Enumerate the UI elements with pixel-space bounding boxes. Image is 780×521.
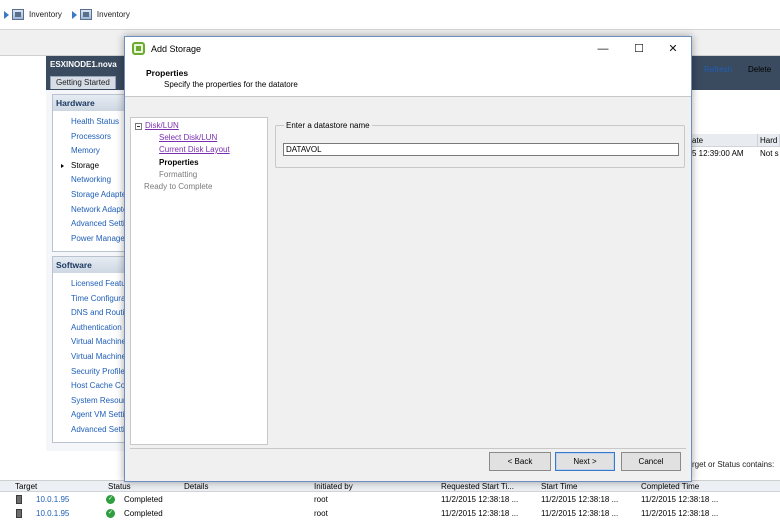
server-icon [16, 509, 22, 518]
hardware-title: Hardware [53, 95, 125, 111]
nav-vm-swapfile[interactable]: Virtual Machine Swapfile Location [53, 350, 125, 365]
breadcrumb-item-inventory-2[interactable]: Inventory [71, 9, 130, 20]
task-requested: 11/2/2015 12:38:18 ... [441, 495, 519, 504]
nav-authentication[interactable]: Authentication Services [53, 321, 125, 336]
breadcrumb-label: Inventory [96, 10, 130, 19]
task-status: Completed [124, 495, 163, 504]
column-header[interactable]: ate [690, 134, 758, 146]
step-formatting: Formatting [159, 170, 198, 179]
step-ready: Ready to Complete [144, 182, 213, 191]
column-header[interactable]: Requested Start Ti... [441, 482, 514, 491]
nav-agent-vm[interactable]: Agent VM Settings [53, 408, 125, 423]
back-button[interactable]: < Back [489, 452, 551, 471]
task-start: 11/2/2015 12:38:18 ... [541, 495, 619, 504]
dialog-header: Properties Specify the properties for th… [125, 61, 691, 97]
cancel-button[interactable]: Cancel [621, 452, 681, 471]
software-title: Software [53, 257, 125, 273]
storage-icon [132, 42, 145, 55]
checkmark-icon: ✓ [106, 495, 115, 504]
column-header[interactable]: Start Time [541, 482, 577, 491]
step-current-layout[interactable]: Current Disk Layout [159, 145, 230, 154]
recent-tasks: Target Status Details Initiated by Reque… [0, 480, 780, 521]
storage-toolbar: Refresh Delete [686, 62, 780, 77]
delete-link[interactable]: Delete [748, 65, 771, 74]
table-row[interactable]: 10.0.1.95 ✓ Completed root 11/2/2015 12:… [0, 492, 780, 506]
inventory-icon [12, 9, 24, 20]
table-cell: 5 12:39:00 AM [692, 149, 744, 158]
task-requested: 11/2/2015 12:38:18 ... [441, 509, 519, 518]
step-properties: Properties [159, 158, 199, 167]
tasks-header: Target Status Details Initiated by Reque… [0, 481, 780, 492]
arrow-icon [71, 10, 77, 19]
nav-processors[interactable]: Processors [53, 130, 125, 145]
close-button[interactable]: ✕ [655, 39, 691, 59]
task-completed: 11/2/2015 12:38:18 ... [641, 509, 719, 518]
task-initiator: root [314, 495, 328, 504]
refresh-link[interactable]: Refresh [704, 65, 732, 74]
datastore-table: ate Hard 5 12:39:00 AM Not s [690, 134, 780, 160]
nav-networking[interactable]: Networking [53, 173, 125, 188]
group-label: Enter a datastore name [284, 121, 372, 130]
nav-vm-startup[interactable]: Virtual Machine Startup/Shutdown [53, 335, 125, 350]
task-target[interactable]: 10.0.1.95 [36, 509, 69, 518]
add-storage-dialog: Add Storage — ☐ ✕ Properties Specify the… [124, 36, 692, 482]
nav-storage[interactable]: Storage [53, 159, 125, 174]
nav-power-management[interactable]: Power Management [53, 232, 125, 247]
breadcrumb-item-inventory[interactable]: Inventory [4, 9, 62, 20]
nav-health-status[interactable]: Health Status [53, 115, 125, 130]
nav-storage-adapters[interactable]: Storage Adapters [53, 188, 125, 203]
tab-getting-started[interactable]: Getting Started [50, 76, 116, 89]
dialog-title: Add Storage [151, 44, 202, 54]
server-icon [16, 495, 22, 504]
host-name: ESXINODE1.nova [50, 60, 117, 69]
task-completed: 11/2/2015 12:38:18 ... [641, 495, 719, 504]
task-initiator: root [314, 509, 328, 518]
table-cell: Not s [760, 149, 779, 158]
table-row[interactable]: 10.0.1.95 ✓ Completed root 11/2/2015 12:… [0, 506, 780, 520]
minimize-button[interactable]: — [585, 39, 621, 59]
step-select-disk[interactable]: Select Disk/LUN [159, 133, 217, 142]
nav-advanced-settings-sw[interactable]: Advanced Settings [53, 423, 125, 438]
task-filter-label: rget or Status contains: [692, 460, 775, 469]
step-disk-lun[interactable]: Disk/LUN [145, 121, 179, 130]
collapse-icon[interactable] [135, 123, 142, 130]
table-row[interactable]: 5 12:39:00 AM Not s [690, 147, 780, 160]
nav-advanced-settings[interactable]: Advanced Settings [53, 217, 125, 232]
checkmark-icon: ✓ [106, 509, 115, 518]
nav-security-profile[interactable]: Security Profile [53, 365, 125, 380]
column-header[interactable]: Hard [758, 134, 780, 146]
maximize-button[interactable]: ☐ [621, 39, 657, 59]
datastore-name-input[interactable] [283, 143, 679, 156]
column-header[interactable]: Completed Time [641, 482, 699, 491]
page-title: Properties [146, 68, 189, 78]
nav-dns-routing[interactable]: DNS and Routing [53, 306, 125, 321]
divider [130, 448, 686, 449]
task-target[interactable]: 10.0.1.95 [36, 495, 69, 504]
hardware-section: Hardware Health Status Processors Memory… [52, 94, 126, 252]
task-start: 11/2/2015 12:38:18 ... [541, 509, 619, 518]
breadcrumb-label: Inventory [29, 10, 62, 19]
next-button[interactable]: Next > [555, 452, 615, 471]
nav-network-adapters[interactable]: Network Adapters [53, 203, 125, 218]
column-header[interactable]: Initiated by [314, 482, 353, 491]
column-header[interactable]: Details [184, 482, 208, 491]
nav-licensed-features[interactable]: Licensed Features [53, 277, 125, 292]
nav-system-resource[interactable]: System Resource Allocation [53, 394, 125, 409]
nav-host-cache[interactable]: Host Cache Configuration [53, 379, 125, 394]
inventory-icon [79, 9, 92, 20]
breadcrumb: Inventory Inventory [0, 0, 780, 30]
column-header[interactable]: Status [108, 482, 131, 491]
column-header[interactable]: Target [15, 482, 37, 491]
page-subtitle: Specify the properties for the datatore [164, 80, 298, 89]
dialog-titlebar[interactable]: Add Storage — ☐ ✕ [125, 37, 691, 61]
software-section: Software Licensed Features Time Configur… [52, 256, 126, 443]
wizard-steps: Disk/LUN Select Disk/LUN Current Disk La… [130, 117, 268, 445]
arrow-icon [4, 10, 9, 19]
datastore-name-group: Enter a datastore name [275, 121, 685, 168]
task-status: Completed [124, 509, 163, 518]
nav-memory[interactable]: Memory [53, 144, 125, 159]
nav-time-configuration[interactable]: Time Configuration [53, 292, 125, 307]
table-header: ate Hard [690, 134, 780, 147]
